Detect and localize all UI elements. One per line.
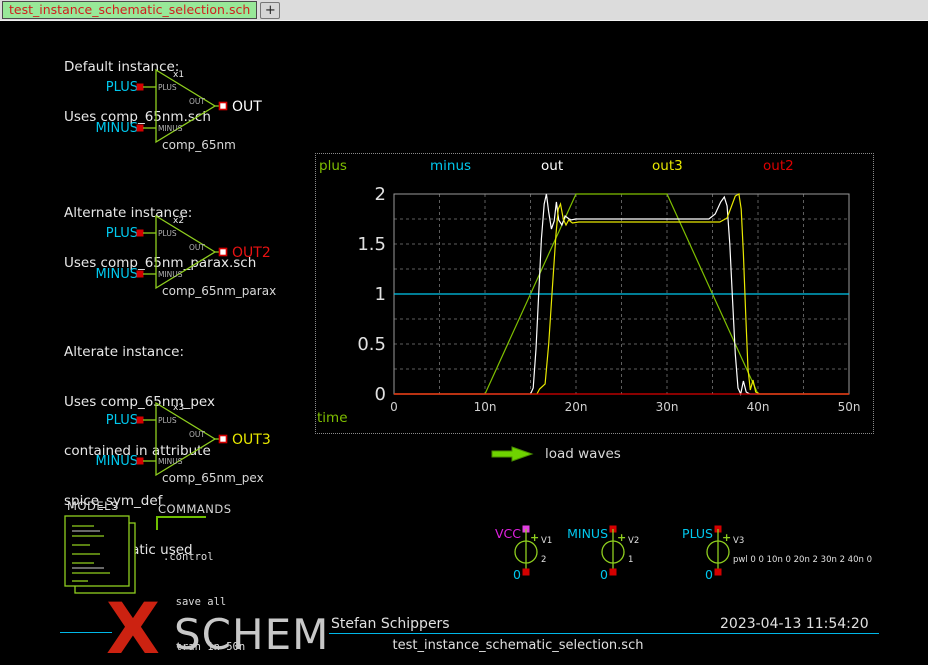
load-waves-arrow-icon[interactable] xyxy=(489,444,539,464)
vsource-v3[interactable]: PLUS + V3 pwl 0 0 10n 0 20n 2 30n 2 40n … xyxy=(662,524,892,586)
source-value: 1 xyxy=(628,555,633,565)
y-tick-label: 1.5 xyxy=(357,234,386,255)
out-pin xyxy=(220,436,227,443)
source-value: 2 xyxy=(541,555,546,565)
plus-net-label[interactable]: PLUS xyxy=(106,80,138,95)
pin-label-plus: PLUS xyxy=(158,83,177,92)
pin-label-out: OUT xyxy=(189,243,205,252)
minus-pin xyxy=(137,271,144,278)
instance-refdes: x2 xyxy=(173,216,184,226)
pin-label-minus: MINUS xyxy=(158,124,183,133)
plus-polarity-icon: + xyxy=(722,531,731,544)
xschem-window: test_instance_schematic_selection.sch + … xyxy=(0,0,928,665)
xschem-logo-x: X xyxy=(106,600,160,658)
comparator-symbol-x1[interactable]: PLUS MINUS PLUS MINUS OUT x1 OUT comp_65… xyxy=(45,60,305,160)
waveform-graph[interactable]: 0 10n 20n 30n 40n 50n 0 0.5 1 1.5 2 plus minus out out… xyxy=(315,153,874,434)
load-waves-label[interactable]: load waves xyxy=(545,446,621,462)
comparator-symbol-x2[interactable]: PLUS MINUS PLUS MINUS OUT x2 OUT2 comp_6… xyxy=(45,206,305,306)
tab-bar: test_instance_schematic_selection.sch + xyxy=(0,0,928,21)
legend-minus: minus xyxy=(430,158,471,174)
out-net-label[interactable]: OUT xyxy=(232,99,262,115)
pin-label-plus: PLUS xyxy=(158,416,177,425)
legend-out: out xyxy=(541,158,563,174)
schematic-canvas[interactable]: Default instance: Uses comp_65nm.sch PLU… xyxy=(0,21,928,665)
comparator-symbol-x3[interactable]: PLUS MINUS PLUS MINUS OUT x3 OUT3 comp_6… xyxy=(45,393,305,493)
legend-plus: plus xyxy=(319,158,347,174)
plus-net-label[interactable]: PLUS xyxy=(106,226,138,241)
plus-pin xyxy=(137,84,144,91)
source-refdes: V2 xyxy=(628,536,639,546)
pin-label-minus: MINUS xyxy=(158,270,183,279)
out-pin xyxy=(220,103,227,110)
bottom-pin xyxy=(715,569,722,576)
x-tick-label: 50n xyxy=(838,400,861,414)
symbol-name: comp_65nm_parax xyxy=(162,284,276,298)
pin-label-out: OUT xyxy=(189,97,205,106)
pin-label-minus: MINUS xyxy=(158,457,183,466)
waveform-plot: 0 10n 20n 30n 40n 50n 0 0.5 1 1.5 2 plus minus out out… xyxy=(316,154,873,433)
x-tick-label: 20n xyxy=(565,400,588,414)
instance-refdes: x3 xyxy=(173,403,184,413)
source-refdes: V3 xyxy=(733,536,744,546)
symbol-name: comp_65nm_pex xyxy=(162,471,264,485)
out-pin xyxy=(220,249,227,256)
schematic-title: test_instance_schematic_selection.sch xyxy=(258,638,778,653)
datetime: 2023-04-13 11:54:20 xyxy=(720,616,869,632)
gnd-label[interactable]: 0 xyxy=(705,567,713,582)
plus-net-label[interactable]: PLUS xyxy=(106,413,138,428)
minus-pin xyxy=(137,125,144,132)
net-label-vcc[interactable]: VCC xyxy=(495,526,521,541)
plus-polarity-icon: + xyxy=(530,531,539,544)
net-label-plus[interactable]: PLUS xyxy=(682,526,713,541)
instance-refdes: x1 xyxy=(173,70,184,80)
gnd-label[interactable]: 0 xyxy=(600,567,608,582)
x-tick-label: 30n xyxy=(656,400,679,414)
author-name: Stefan Schippers xyxy=(331,616,450,632)
models-label: MODELS xyxy=(67,499,119,513)
net-label-minus[interactable]: MINUS xyxy=(567,526,608,541)
x-tick-label: 0 xyxy=(390,400,398,414)
title-block-underline xyxy=(329,633,879,634)
source-value: pwl 0 0 10n 0 20n 2 30n 2 40n 0 xyxy=(733,555,872,565)
text-line: Alterate instance: xyxy=(64,344,215,361)
bottom-pin xyxy=(610,569,617,576)
title-block-line xyxy=(60,632,112,633)
gnd-label[interactable]: 0 xyxy=(513,567,521,582)
minus-net-label[interactable]: MINUS xyxy=(95,267,138,282)
y-tick-label: 2 xyxy=(375,184,386,205)
command-line: save all xyxy=(163,595,447,610)
commands-label: COMMANDS xyxy=(158,502,232,516)
x-axis-label: time xyxy=(317,410,348,426)
out-net-label[interactable]: OUT2 xyxy=(232,245,271,261)
pin-label-plus: PLUS xyxy=(158,229,177,238)
symbol-name: comp_65nm xyxy=(162,138,236,152)
plus-pin xyxy=(137,230,144,237)
minus-net-label[interactable]: MINUS xyxy=(95,121,138,136)
legend-out3: out3 xyxy=(652,158,683,174)
plus-polarity-icon: + xyxy=(617,531,626,544)
command-line: .control xyxy=(163,550,447,565)
x-tick-label: 10n xyxy=(474,400,497,414)
minus-pin xyxy=(137,458,144,465)
y-tick-label: 1 xyxy=(375,284,386,305)
tab-schematic[interactable]: test_instance_schematic_selection.sch xyxy=(2,1,257,19)
out-net-label[interactable]: OUT3 xyxy=(232,432,271,448)
source-refdes: V1 xyxy=(541,536,552,546)
bottom-pin xyxy=(523,569,530,576)
x-tick-label: 40n xyxy=(747,400,770,414)
legend-out2: out2 xyxy=(763,158,794,174)
y-tick-label: 0.5 xyxy=(357,334,386,355)
minus-net-label[interactable]: MINUS xyxy=(95,454,138,469)
pin-label-out: OUT xyxy=(189,430,205,439)
y-tick-label: 0 xyxy=(375,384,386,405)
new-tab-button[interactable]: + xyxy=(260,2,280,19)
plus-pin xyxy=(137,417,144,424)
